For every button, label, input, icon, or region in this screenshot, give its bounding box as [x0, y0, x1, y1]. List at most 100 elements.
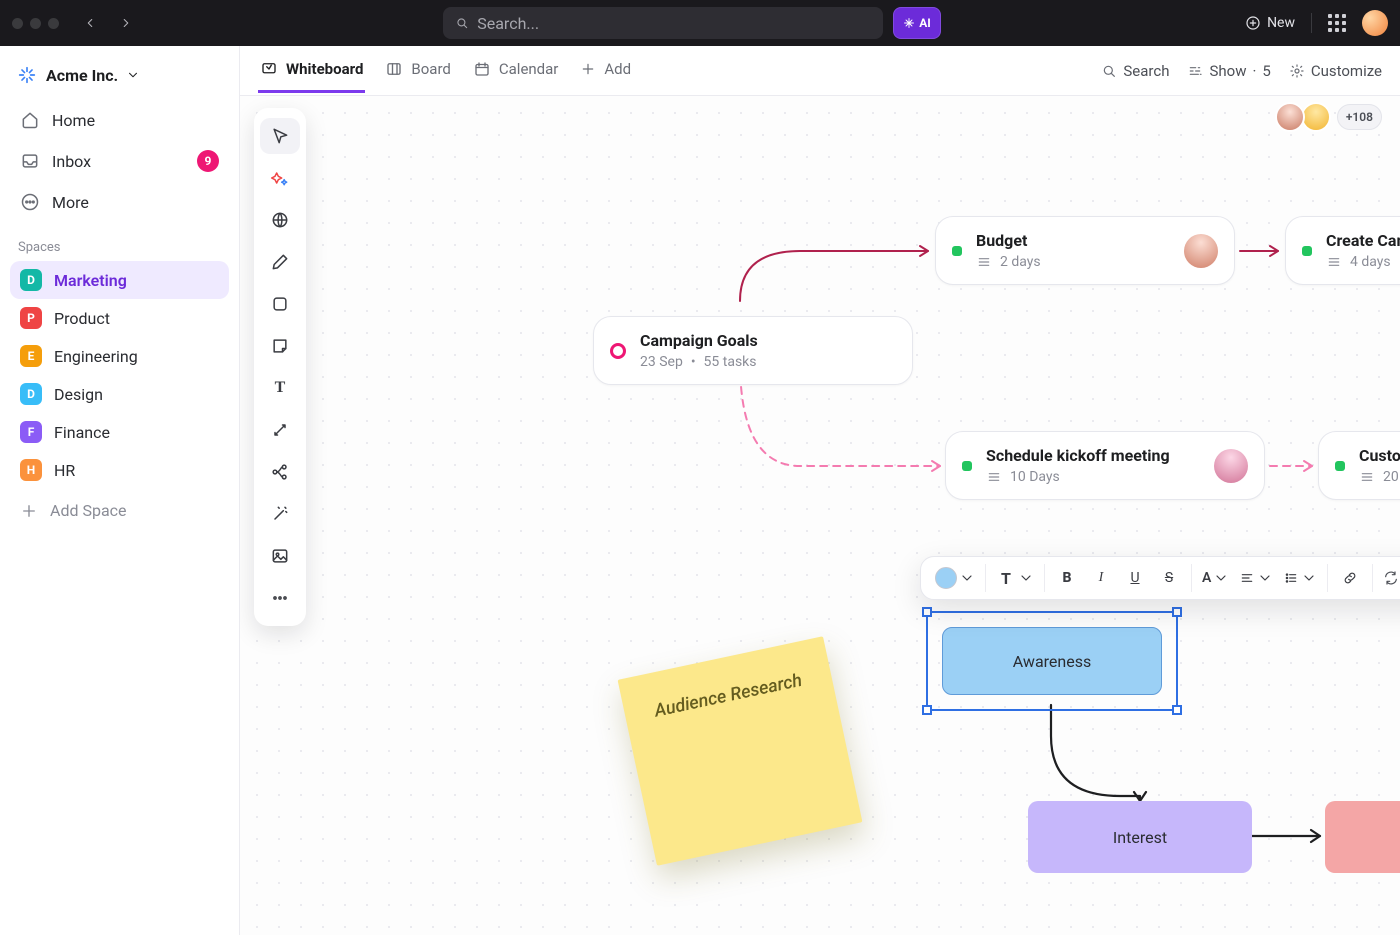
inbox-badge: 9 [197, 150, 219, 172]
card-create-campaign[interactable]: Create Campaign 4 days [1285, 216, 1400, 285]
tool-connector[interactable] [260, 412, 300, 448]
tab-board[interactable]: Board [383, 48, 452, 93]
global-search[interactable]: Search... [443, 7, 883, 39]
chevron-down-icon [1213, 570, 1229, 586]
presence-avatar[interactable] [1275, 102, 1305, 132]
tab-calendar[interactable]: Calendar [471, 48, 561, 93]
list-button[interactable] [1279, 561, 1321, 595]
italic-button[interactable]: I [1085, 561, 1117, 595]
sparkle-icon [270, 168, 290, 188]
status-dot-icon [962, 461, 972, 471]
ai-button[interactable]: AI [893, 7, 941, 39]
underline-button[interactable]: U [1119, 561, 1151, 595]
selection-frame[interactable]: Awareness [926, 611, 1178, 711]
sliders-icon [1187, 63, 1203, 79]
flow-node-interest[interactable]: Interest [1028, 801, 1252, 873]
current-user-avatar[interactable] [1362, 10, 1388, 36]
view-switcher: Whiteboard Board Calendar Add Search S [240, 46, 1400, 96]
sidebar-item-more[interactable]: More [10, 182, 229, 222]
workspace-switcher[interactable]: Acme Inc. [10, 56, 229, 100]
tool-web-embed[interactable] [260, 202, 300, 238]
sticky-note[interactable]: Audience Research [618, 636, 863, 866]
tool-shape[interactable] [260, 286, 300, 322]
strike-button[interactable]: S [1153, 561, 1185, 595]
wand-icon [270, 504, 290, 524]
space-item-finance[interactable]: F Finance [10, 413, 229, 451]
view-search-button[interactable]: Search [1101, 62, 1169, 80]
card-schedule-kickoff[interactable]: Schedule kickoff meeting 10 Days [945, 431, 1265, 500]
tool-more[interactable] [260, 580, 300, 616]
chevron-down-icon [1018, 570, 1034, 586]
app-logo-icon [16, 64, 38, 86]
space-item-marketing[interactable]: D Marketing [10, 261, 229, 299]
space-item-product[interactable]: P Product [10, 299, 229, 337]
space-chip: H [20, 459, 42, 481]
list-icon [986, 469, 1002, 485]
chevron-down-icon [959, 570, 975, 586]
status-dot-icon [1335, 461, 1345, 471]
tool-text[interactable]: T [260, 370, 300, 406]
space-item-design[interactable]: D Design [10, 375, 229, 413]
assignee-avatar[interactable] [1214, 449, 1248, 483]
tab-whiteboard[interactable]: Whiteboard [258, 48, 365, 93]
sidebar-item-home[interactable]: Home [10, 100, 229, 140]
tool-pen[interactable] [260, 244, 300, 280]
text-icon: T [270, 378, 290, 398]
plus-icon [580, 61, 596, 77]
app-launcher-icon[interactable] [1328, 14, 1346, 32]
pen-icon [270, 252, 290, 272]
tool-ai-generate[interactable] [260, 160, 300, 196]
sidebar-item-inbox[interactable]: Inbox 9 [10, 140, 229, 182]
chevron-down-icon [126, 68, 140, 82]
new-button[interactable]: New [1245, 15, 1295, 31]
tool-image[interactable] [260, 538, 300, 574]
flow-node-awareness[interactable]: Awareness [942, 627, 1162, 695]
tool-sticky[interactable] [260, 328, 300, 364]
card-budget[interactable]: Budget 2 days [935, 216, 1235, 285]
chevron-down-icon [1301, 570, 1317, 586]
connector-icon [270, 420, 290, 440]
inbox-icon [20, 151, 40, 171]
flow-node-decision[interactable]: Decision [1325, 801, 1400, 873]
text-icon: T [996, 568, 1016, 588]
plus-icon [20, 502, 38, 520]
plus-circle-icon [1245, 15, 1261, 31]
list-icon [976, 254, 992, 270]
presence-stack[interactable]: +108 [1275, 102, 1382, 132]
font-size-button[interactable]: T [992, 561, 1038, 595]
fill-color-button[interactable] [931, 561, 979, 595]
convert-to-task-button[interactable]: Task [1379, 561, 1400, 595]
cursor-icon [270, 126, 290, 146]
presence-avatar[interactable] [1301, 102, 1331, 132]
space-chip: F [20, 421, 42, 443]
text-color-button[interactable]: A [1198, 561, 1233, 595]
square-icon [270, 294, 290, 314]
card-campaign-goals[interactable]: Campaign Goals 23 Sep • 55 tasks [593, 316, 913, 385]
card-customer-beta[interactable]: Customer Beta 20 days [1318, 431, 1400, 500]
tool-select[interactable] [260, 118, 300, 154]
history-forward-button[interactable] [113, 10, 139, 36]
calendar-icon [473, 60, 491, 78]
status-dot-icon [1302, 246, 1312, 256]
presence-overflow[interactable]: +108 [1337, 104, 1382, 130]
tool-mindmap[interactable] [260, 454, 300, 490]
space-item-hr[interactable]: H HR [10, 451, 229, 489]
assignee-avatar[interactable] [1184, 234, 1218, 268]
add-space-button[interactable]: Add Space [10, 489, 229, 532]
history-back-button[interactable] [77, 10, 103, 36]
mindmap-icon [270, 462, 290, 482]
text-color-icon: A [1202, 570, 1211, 586]
align-button[interactable] [1235, 561, 1277, 595]
whiteboard-canvas[interactable]: T [240, 96, 1400, 935]
space-item-engineering[interactable]: E Engineering [10, 337, 229, 375]
view-customize-button[interactable]: Customize [1289, 62, 1382, 80]
link-button[interactable] [1334, 561, 1366, 595]
window-traffic-lights [12, 18, 59, 29]
add-view-button[interactable]: Add [578, 48, 633, 93]
bold-button[interactable]: B [1051, 561, 1083, 595]
tool-magic[interactable] [260, 496, 300, 532]
home-icon [20, 110, 40, 130]
list-icon [1326, 254, 1342, 270]
view-show-button[interactable]: Show · 5 [1187, 62, 1270, 80]
color-swatch-icon [935, 567, 957, 589]
